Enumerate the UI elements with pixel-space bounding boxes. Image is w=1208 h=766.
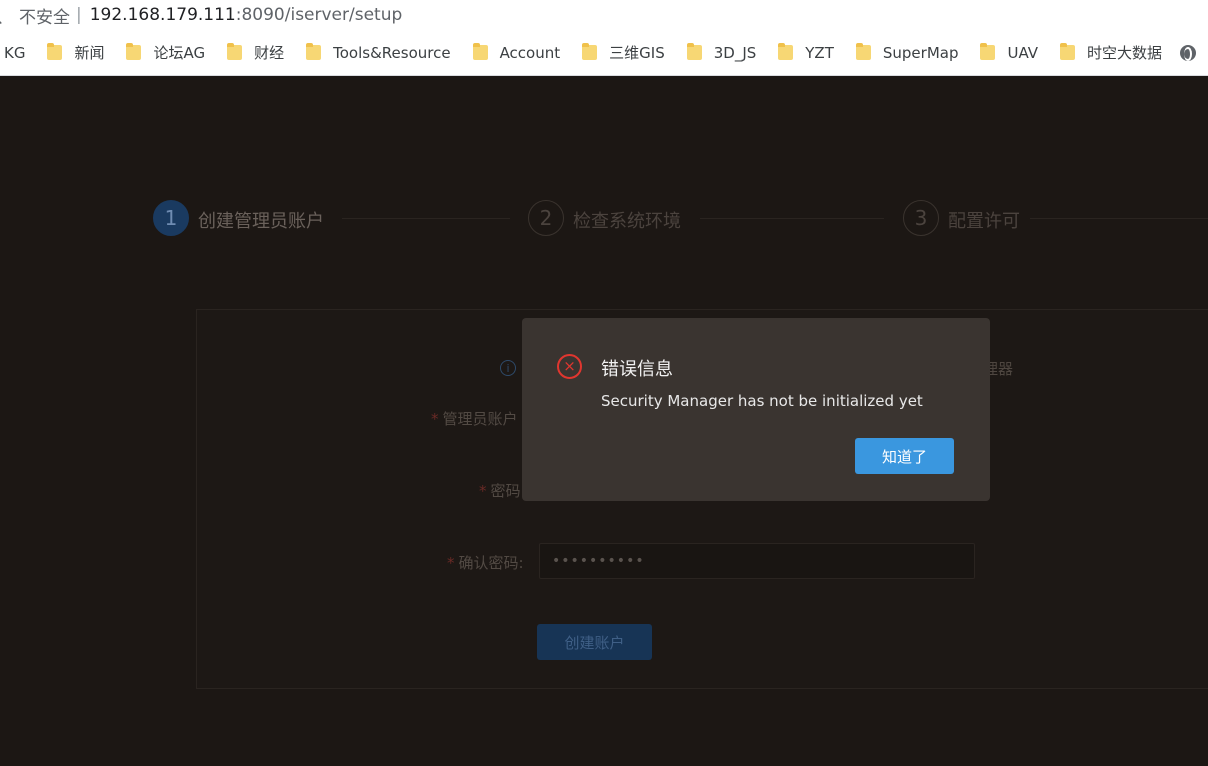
bookmark-news[interactable]: 新闻: [47, 42, 104, 63]
bookmark-supermap[interactable]: SuperMap: [855, 43, 959, 62]
bookmark-label: YZT: [805, 43, 834, 62]
folder-icon: [1060, 43, 1076, 60]
bookmark-uav[interactable]: UAV: [980, 43, 1039, 62]
folder-icon: [306, 43, 322, 60]
folder-icon: [582, 43, 598, 60]
folder-icon: [472, 43, 488, 60]
folder-icon: [227, 43, 243, 60]
step-2-label: 检查系统环境: [573, 211, 681, 232]
info-icon: i: [500, 360, 516, 376]
admin-account-label: * 管理员账户: [431, 410, 518, 428]
bookmark-label: SuperMap: [882, 43, 959, 62]
url-path[interactable]: :8090/iserver/setup: [236, 5, 403, 25]
setup-steps: 1 创建管理员账户 2 检查系统环境 3 配置许可: [0, 200, 1208, 236]
url-host[interactable]: 192.168.179.111: [90, 5, 236, 25]
required-mark: *: [447, 554, 455, 572]
bookmark-label: 新闻: [74, 44, 105, 62]
folder-icon: [47, 43, 63, 60]
bookmark-label: 时空大数据: [1087, 44, 1163, 62]
error-icon: ×: [557, 354, 582, 379]
bookmark-label: 论坛AG: [153, 44, 206, 62]
bookmark-label: 3D_JS: [713, 43, 757, 62]
required-mark: *: [431, 410, 439, 428]
bookmark-label: UAV: [1007, 43, 1039, 62]
globe-icon[interactable]: [1180, 44, 1197, 61]
bookmark-finance[interactable]: 财经: [227, 42, 284, 63]
folder-icon: [855, 43, 871, 60]
confirm-password-input[interactable]: ••••••••••: [539, 543, 975, 579]
step-connector: [1030, 218, 1208, 219]
bookmark-account[interactable]: Account: [472, 43, 561, 62]
password-label: * 密码: [479, 482, 521, 500]
folder-icon: [126, 43, 142, 60]
acknowledge-button[interactable]: 知道了: [855, 438, 954, 474]
dialog-title: 错误信息: [601, 359, 673, 380]
step-connector: [700, 218, 884, 219]
insecure-label[interactable]: 不安全: [19, 3, 70, 28]
folder-icon: [778, 43, 794, 60]
error-dialog: × 错误信息 Security Manager has not be initi…: [522, 318, 990, 501]
required-mark: *: [479, 482, 487, 500]
step-2-number: 2: [528, 200, 564, 236]
step-1-number: 1: [153, 200, 189, 236]
bookmark-label: Account: [499, 43, 561, 62]
bookmark-3dgis[interactable]: 三维GIS: [582, 42, 665, 63]
bookmarks-bar: KG 新闻 论坛AG 财经 Tools&Resource Account 三维G…: [0, 30, 1208, 76]
folder-icon: [686, 43, 702, 60]
bookmark-label: KG: [4, 43, 26, 62]
address-bar[interactable]: 、 不安全 | 192.168.179.111 :8090/iserver/se…: [0, 0, 1208, 30]
bookmark-yzt[interactable]: YZT: [778, 43, 834, 62]
folder-icon: [980, 43, 996, 60]
step-3-number: 3: [903, 200, 939, 236]
bookmark-label: 三维GIS: [609, 44, 665, 62]
address-prefix: 、: [0, 3, 13, 28]
bookmark-label: 财经: [254, 44, 285, 62]
bookmark-kg[interactable]: KG: [4, 44, 25, 62]
bookmark-forum[interactable]: 论坛AG: [126, 42, 205, 63]
bookmark-spatiotemporal[interactable]: 时空大数据: [1060, 42, 1162, 63]
bookmark-tools[interactable]: Tools&Resource: [306, 43, 451, 62]
step-connector: [342, 218, 510, 219]
bookmark-3djs[interactable]: 3D_JS: [686, 43, 757, 62]
bookmark-label: Tools&Resource: [333, 43, 451, 62]
dialog-message: Security Manager has not be initialized …: [601, 392, 923, 410]
create-account-button[interactable]: 创建账户: [537, 624, 652, 660]
address-separator: |: [76, 5, 82, 25]
step-1-label: 创建管理员账户: [198, 211, 324, 232]
step-3-label: 配置许可: [948, 211, 1020, 232]
confirm-password-label: * 确认密码:: [447, 554, 524, 572]
